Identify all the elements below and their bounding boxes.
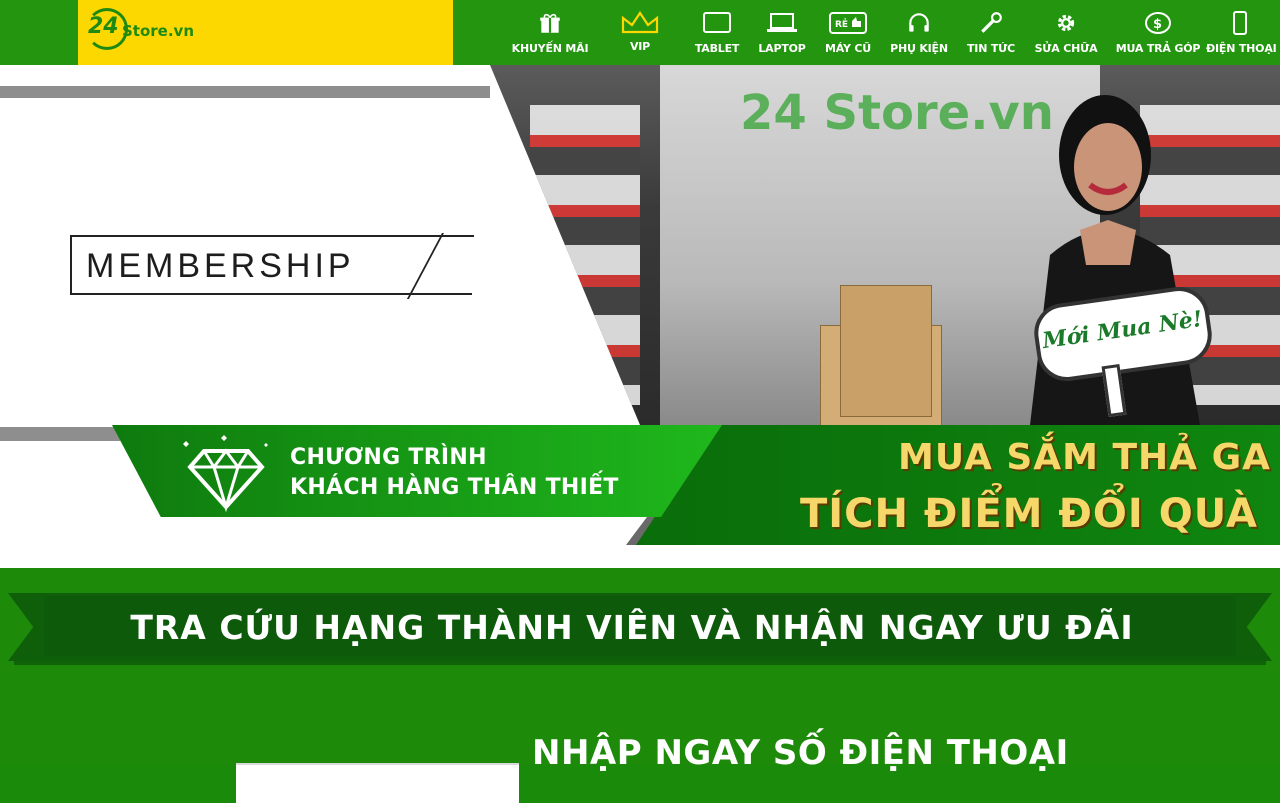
installment-icon: $ xyxy=(1145,12,1171,34)
gift-icon xyxy=(540,13,560,33)
tablet-icon xyxy=(703,12,731,33)
nav-label: SỬA CHỮA xyxy=(1034,42,1098,55)
nav-item-laptop[interactable]: LAPTOP xyxy=(756,0,808,65)
phone-icon xyxy=(1233,11,1247,35)
promo-line1: MUA SẮM THẢ GA xyxy=(898,437,1271,478)
diamond-icon xyxy=(183,435,268,513)
member-lookup-section: TRA CỨU HẠNG THÀNH VIÊN VÀ NHẬN NGAY ƯU … xyxy=(0,568,1280,803)
nav-item-vip[interactable]: VIP xyxy=(610,0,670,65)
nav-item-tablet[interactable]: TABLET xyxy=(690,0,744,65)
nav-item-phu-kien[interactable]: PHỤ KIỆN xyxy=(888,0,950,65)
gray-bar-top xyxy=(0,86,490,98)
promo-line2: TÍCH ĐIỂM ĐỔI QUÀ xyxy=(800,491,1258,537)
nav-label: PHỤ KIỆN xyxy=(890,42,948,55)
nav-item-sua-chua[interactable]: SỬA CHỮA xyxy=(1032,0,1100,65)
top-navigation: 24 Store.vn KHUYẾN MÃI VIP TABLET LAPTOP… xyxy=(0,0,1280,65)
nav-label: ĐIỆN THOẠI xyxy=(1206,42,1277,55)
program-line2: KHÁCH HÀNG THÂN THIẾT xyxy=(290,475,619,500)
nav-item-khuyen-mai[interactable]: KHUYẾN MÃI xyxy=(510,0,590,65)
nav-label: TABLET xyxy=(694,42,740,55)
membership-frame xyxy=(442,235,474,237)
nav-label: KHUYẾN MÃI xyxy=(511,42,589,55)
store-photo: 24 Store.vn Mới Mua Nè! xyxy=(490,65,1280,425)
nav-label: MÁY CŨ xyxy=(824,42,871,55)
membership-banner[interactable]: 24 Store.vn Mới Mua Nè! MEMBERSHIP CHƯƠN… xyxy=(0,65,1280,568)
gray-bar-bottom xyxy=(0,427,120,441)
membership-title: MEMBERSHIP xyxy=(70,235,472,295)
section-title: TRA CỨU HẠNG THÀNH VIÊN VÀ NHẬN NGAY ƯU … xyxy=(130,608,1134,647)
headphones-icon xyxy=(909,13,929,32)
phone-input[interactable] xyxy=(236,763,519,803)
logo-number: 24 xyxy=(88,14,119,39)
laptop-icon xyxy=(767,13,797,32)
nav-item-tin-tuc[interactable]: TIN TỨC xyxy=(962,0,1020,65)
svg-text:RẺ: RẺ xyxy=(835,18,848,30)
gear-icon xyxy=(1057,14,1075,32)
nav-label: LAPTOP xyxy=(758,42,806,55)
tools-icon xyxy=(981,12,1002,33)
nav-label: MUA TRẢ GÓP xyxy=(1115,42,1201,55)
program-line1: CHƯƠNG TRÌNH xyxy=(290,445,487,470)
nav-item-dien-thoai[interactable]: ĐIỆN THOẠI xyxy=(1206,0,1277,65)
nav-label: TIN TỨC xyxy=(967,42,1015,55)
enter-phone-title: NHẬP NGAY SỐ ĐIỆN THOẠI xyxy=(532,733,1069,773)
shopping-bag xyxy=(840,285,932,417)
logo-area[interactable]: 24 Store.vn xyxy=(78,0,453,65)
nav-item-mua-tra-gop[interactable]: $ MUA TRẢ GÓP xyxy=(1114,0,1202,65)
logo-text: Store.vn xyxy=(122,22,195,40)
store-sign: 24 Store.vn xyxy=(740,85,1054,141)
shelf-left xyxy=(530,105,640,405)
nav-item-may-cu[interactable]: RẺ MÁY CŨ xyxy=(820,0,876,65)
used-device-icon: RẺ xyxy=(829,12,867,34)
crown-icon xyxy=(621,11,659,34)
svg-text:$: $ xyxy=(1153,17,1162,32)
nav-label: VIP xyxy=(629,40,651,53)
